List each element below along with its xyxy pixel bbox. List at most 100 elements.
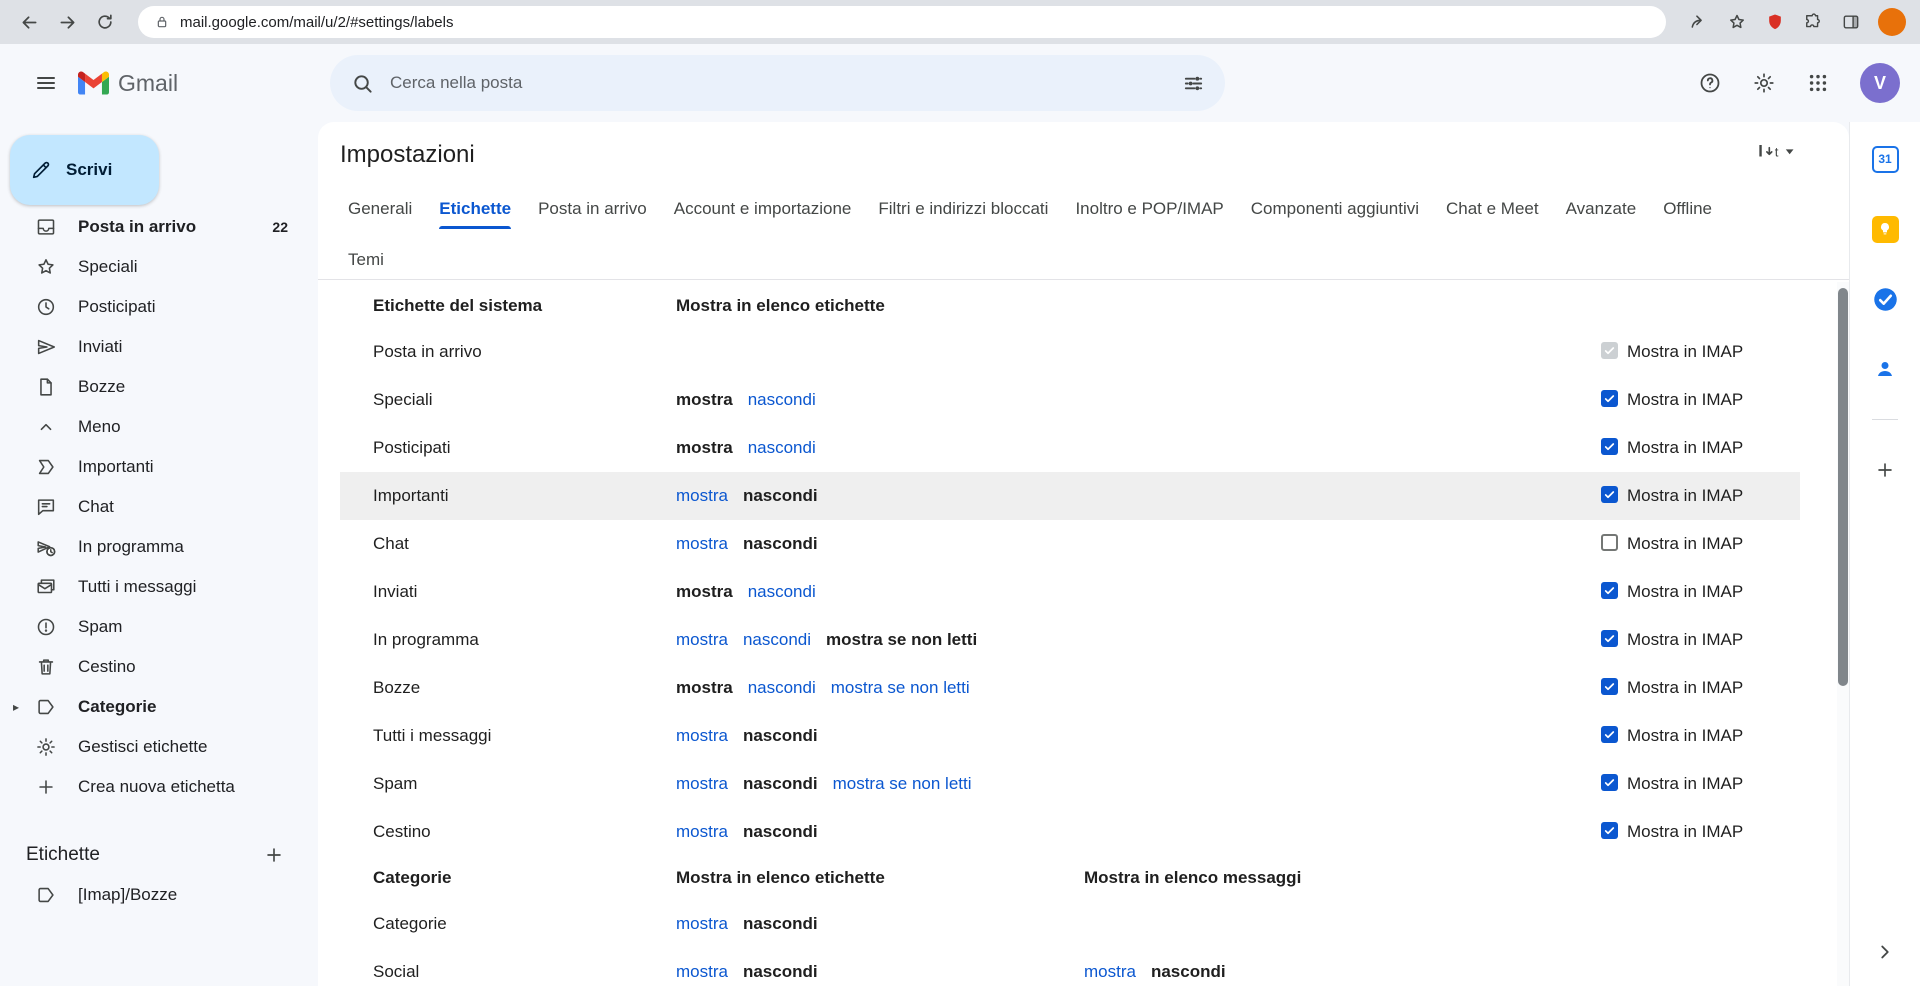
sidebar-item-bozze[interactable]: Bozze (0, 367, 318, 407)
option-mostra[interactable]: mostra (676, 534, 728, 553)
option-nascondi[interactable]: nascondi (743, 726, 818, 745)
option-mostra-se-non-letti[interactable]: mostra se non letti (826, 630, 977, 649)
tab-account-e-importazione[interactable]: Account e importazione (674, 189, 852, 229)
imap-checkbox[interactable] (1601, 630, 1618, 647)
account-avatar[interactable]: V (1860, 63, 1900, 103)
option-mostra[interactable]: mostra (676, 914, 728, 933)
sidebar-item-importanti[interactable]: Importanti (0, 447, 318, 487)
option-nascondi[interactable]: nascondi (743, 534, 818, 553)
tab-etichette[interactable]: Etichette (439, 189, 511, 229)
sidebar-item-in-programma[interactable]: In programma (0, 527, 318, 567)
option-nascondi[interactable]: nascondi (1151, 962, 1226, 981)
side-panel-button[interactable] (1836, 7, 1866, 37)
tab-inoltro-e-pop-imap[interactable]: Inoltro e POP/IMAP (1075, 189, 1223, 229)
input-tools-button[interactable]: It (1757, 140, 1797, 162)
sidebar-item-chat[interactable]: Chat (0, 487, 318, 527)
keep-button[interactable] (1865, 209, 1905, 249)
search-filters-button[interactable] (1169, 59, 1217, 107)
refresh-button[interactable] (90, 7, 120, 37)
option-mostra[interactable]: mostra (676, 486, 728, 505)
tab-generali[interactable]: Generali (348, 189, 412, 229)
tab-posta-in-arrivo[interactable]: Posta in arrivo (538, 189, 647, 229)
help-button[interactable] (1686, 59, 1734, 107)
option-mostra[interactable]: mostra (676, 678, 733, 697)
option-nascondi[interactable]: nascondi (748, 390, 816, 409)
sidebar-item-categorie[interactable]: ▸ Categorie (0, 687, 318, 727)
tab-componenti-aggiuntivi[interactable]: Componenti aggiuntivi (1251, 189, 1419, 229)
sidebar-item-speciali[interactable]: Speciali (0, 247, 318, 287)
tasks-button[interactable] (1865, 279, 1905, 319)
option-mostra[interactable]: mostra (676, 582, 733, 601)
option-mostra[interactable]: mostra (676, 390, 733, 409)
collapse-side-panel-button[interactable] (1865, 932, 1905, 972)
tab-avanzate[interactable]: Avanzate (1566, 189, 1637, 229)
option-nascondi[interactable]: nascondi (743, 774, 818, 793)
option-nascondi[interactable]: nascondi (743, 630, 811, 649)
sidebar-item-posta-in-arrivo[interactable]: Posta in arrivo 22 (0, 207, 318, 247)
share-button[interactable] (1684, 7, 1714, 37)
option-mostra[interactable]: mostra (676, 438, 733, 457)
imap-checkbox[interactable] (1601, 822, 1618, 839)
forward-button[interactable] (52, 7, 82, 37)
imap-checkbox[interactable] (1601, 390, 1618, 407)
tab-chat-e-meet[interactable]: Chat e Meet (1446, 189, 1539, 229)
main-menu-button[interactable] (22, 59, 70, 107)
option-nascondi[interactable]: nascondi (748, 678, 816, 697)
sidebar-item-posticipati[interactable]: Posticipati (0, 287, 318, 327)
imap-checkbox[interactable] (1601, 582, 1618, 599)
expand-arrow-icon[interactable]: ▸ (13, 700, 19, 714)
send-icon (34, 336, 58, 358)
search-button[interactable] (338, 59, 386, 107)
option-mostra[interactable]: mostra (1084, 962, 1136, 981)
imap-checkbox[interactable] (1601, 774, 1618, 791)
tab-filtri-e-indirizzi-bloccati[interactable]: Filtri e indirizzi bloccati (878, 189, 1048, 229)
option-nascondi[interactable]: nascondi (743, 822, 818, 841)
gmail-app: Gmail V (0, 44, 1920, 986)
back-button[interactable] (14, 7, 44, 37)
user-label-imap-bozze[interactable]: [Imap]/Bozze (0, 875, 318, 915)
get-addons-button[interactable] (1865, 450, 1905, 490)
compose-button[interactable]: Scrivi (10, 135, 159, 205)
adblock-extension-button[interactable] (1760, 7, 1790, 37)
sidebar-item-gestisci-etichette[interactable]: Gestisci etichette (0, 727, 318, 767)
imap-checkbox[interactable] (1601, 726, 1618, 743)
create-label-button[interactable] (254, 835, 294, 875)
imap-checkbox[interactable] (1601, 486, 1618, 503)
sidebar-item-tutti-i-messaggi[interactable]: Tutti i messaggi (0, 567, 318, 607)
calendar-button[interactable]: 31 (1865, 139, 1905, 179)
settings-button[interactable] (1740, 59, 1788, 107)
option-mostra-se-non-letti[interactable]: mostra se non letti (831, 678, 970, 697)
option-nascondi[interactable]: nascondi (748, 438, 816, 457)
extensions-button[interactable] (1798, 7, 1828, 37)
scrollbar[interactable] (1837, 282, 1849, 986)
sidebar-item-inviati[interactable]: Inviati (0, 327, 318, 367)
option-mostra[interactable]: mostra (676, 726, 728, 745)
contacts-button[interactable] (1865, 349, 1905, 389)
option-mostra-se-non-letti[interactable]: mostra se non letti (833, 774, 972, 793)
option-mostra[interactable]: mostra (676, 962, 728, 981)
tab-offline[interactable]: Offline (1663, 189, 1712, 229)
imap-checkbox[interactable] (1601, 534, 1618, 551)
label-icon (34, 696, 58, 718)
option-nascondi[interactable]: nascondi (748, 582, 816, 601)
bookmark-button[interactable] (1722, 7, 1752, 37)
tab-temi[interactable]: Temi (348, 240, 384, 279)
option-mostra[interactable]: mostra (676, 822, 728, 841)
option-mostra[interactable]: mostra (676, 630, 728, 649)
option-nascondi[interactable]: nascondi (743, 486, 818, 505)
apps-grid-button[interactable] (1794, 59, 1842, 107)
scrollbar-thumb[interactable] (1838, 288, 1848, 686)
sidebar-item-meno[interactable]: Meno (0, 407, 318, 447)
sidebar-item-cestino[interactable]: Cestino (0, 647, 318, 687)
browser-profile-avatar[interactable] (1878, 8, 1906, 36)
sidebar-item-spam[interactable]: Spam (0, 607, 318, 647)
calendar-icon: 31 (1872, 146, 1899, 173)
option-mostra[interactable]: mostra (676, 774, 728, 793)
imap-checkbox[interactable] (1601, 438, 1618, 455)
option-nascondi[interactable]: nascondi (743, 962, 818, 981)
imap-checkbox[interactable] (1601, 678, 1618, 695)
url-bar[interactable]: mail.google.com/mail/u/2/#settings/label… (138, 6, 1666, 38)
sidebar-item-crea-nuova-etichetta[interactable]: Crea nuova etichetta (0, 767, 318, 807)
option-nascondi[interactable]: nascondi (743, 914, 818, 933)
search-input[interactable] (386, 73, 1169, 93)
